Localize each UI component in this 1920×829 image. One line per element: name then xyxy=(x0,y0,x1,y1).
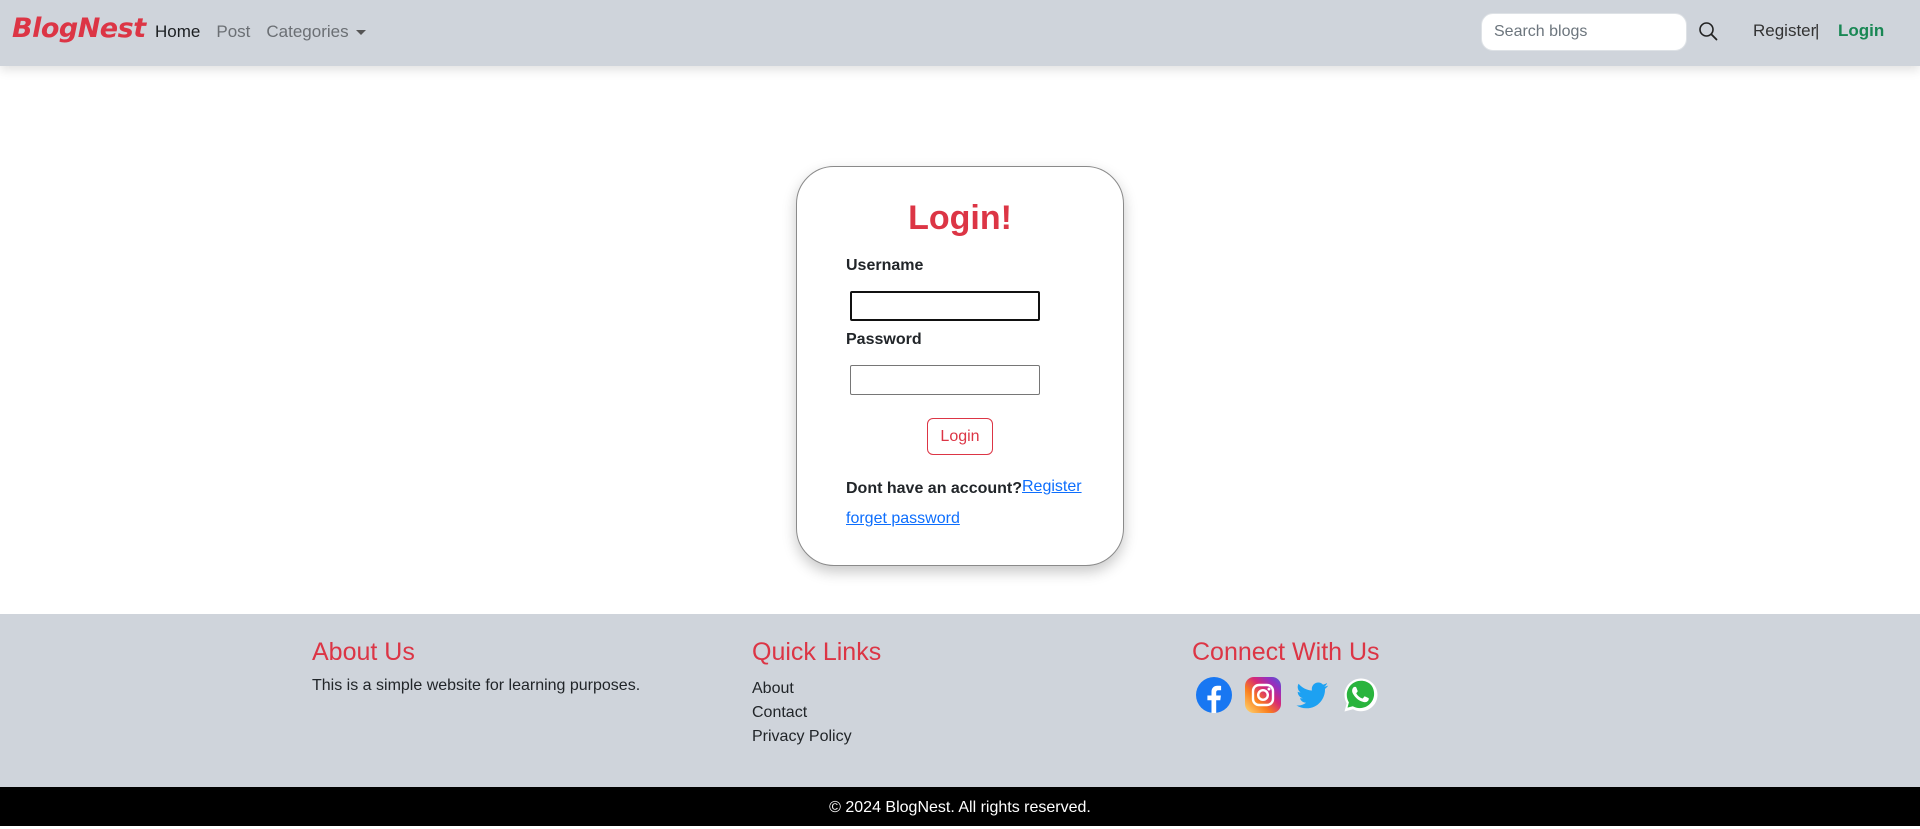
instagram-icon[interactable] xyxy=(1245,677,1281,713)
copyright-bar: © 2024 BlogNest. All rights reserved. xyxy=(0,787,1920,826)
footer-connect-heading: Connect With Us xyxy=(1192,638,1380,666)
forget-password-link[interactable]: forget password xyxy=(846,510,960,528)
login-title: Login! xyxy=(908,199,1012,237)
search-icon[interactable] xyxy=(1697,20,1719,42)
no-account-text: Dont have an account? xyxy=(846,480,1023,497)
register-link[interactable]: Register xyxy=(1022,478,1082,496)
login-submit-button[interactable]: Login xyxy=(927,418,993,455)
footer-link-contact[interactable]: Contact xyxy=(752,701,881,725)
caret-down-icon xyxy=(355,30,366,36)
nav-link-home[interactable]: Home xyxy=(155,22,200,42)
nav-dropdown-categories-label: Categories xyxy=(266,22,349,41)
nav-links: Home Post Categories xyxy=(155,22,382,42)
username-field[interactable] xyxy=(850,291,1040,321)
footer-about: About Us This is a simple website for le… xyxy=(312,638,640,695)
footer-about-text: This is a simple website for learning pu… xyxy=(312,677,641,694)
password-label: Password xyxy=(846,331,922,348)
facebook-icon[interactable] xyxy=(1196,677,1232,713)
nav-separator: | xyxy=(1815,21,1820,40)
footer-connect: Connect With Us xyxy=(1192,638,1380,713)
password-field[interactable] xyxy=(850,365,1040,395)
twitter-icon[interactable] xyxy=(1294,677,1330,713)
whatsapp-icon[interactable] xyxy=(1343,677,1379,713)
nav-login-link[interactable]: Login xyxy=(1838,21,1884,41)
brand-logo[interactable]: BlogNest xyxy=(12,13,146,44)
navbar: BlogNest Home Post Categories Register |… xyxy=(0,0,1920,66)
footer-link-about[interactable]: About xyxy=(752,677,881,701)
login-card: Login! Username Password Login Dont have… xyxy=(796,166,1124,566)
username-label: Username xyxy=(846,257,924,274)
footer-links-list: About Contact Privacy Policy xyxy=(752,677,881,749)
footer: About Us This is a simple website for le… xyxy=(0,614,1920,787)
footer-quick-links: Quick Links About Contact Privacy Policy xyxy=(752,638,881,749)
nav-register-link[interactable]: Register xyxy=(1753,21,1816,41)
social-icons xyxy=(1196,677,1380,713)
nav-dropdown-categories[interactable]: Categories xyxy=(266,22,366,42)
footer-links-heading: Quick Links xyxy=(752,638,882,666)
footer-about-heading: About Us xyxy=(312,638,415,666)
search-input[interactable] xyxy=(1481,13,1687,51)
nav-link-post[interactable]: Post xyxy=(216,22,250,42)
footer-link-privacy[interactable]: Privacy Policy xyxy=(752,725,881,749)
